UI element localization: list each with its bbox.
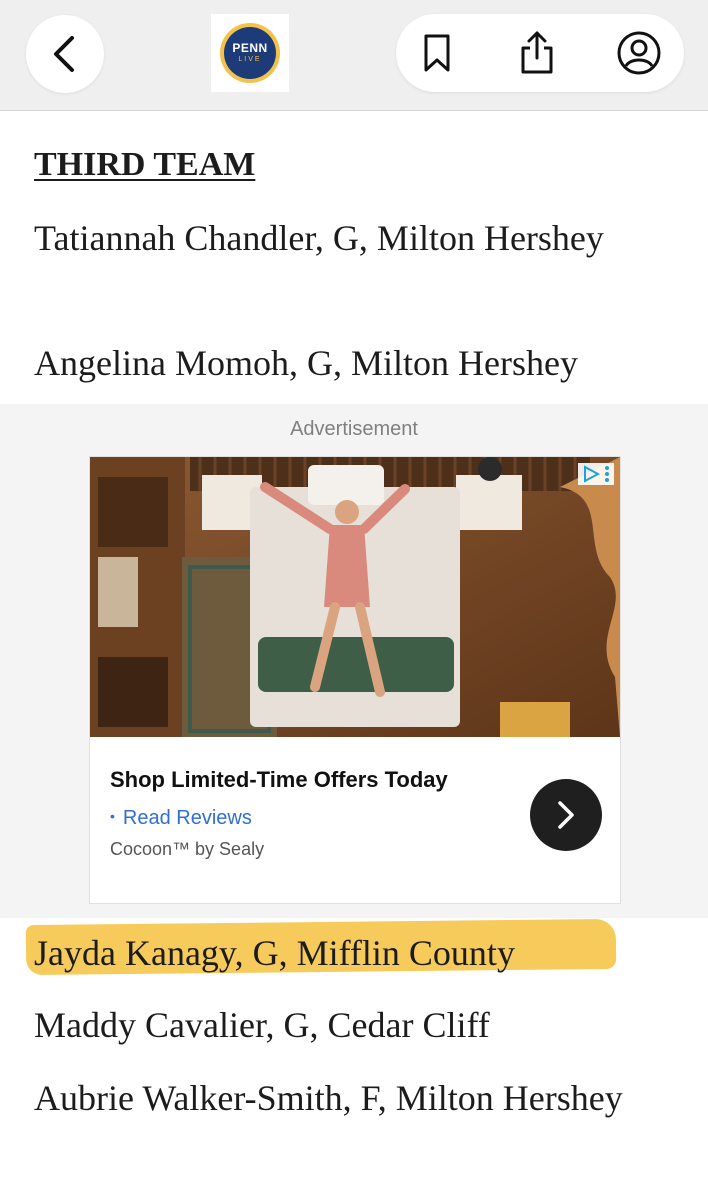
logo-ring: PENN LIVE [220,23,280,83]
player-entry: Aubrie Walker-Smith, F, Milton Hershey [34,1078,623,1118]
ad-card[interactable]: Shop Limited-Time Offers Today • Read Rev… [89,456,621,904]
top-bar: PENN LIVE [0,0,708,111]
logo-text-penn: PENN [232,41,268,55]
ad-headline[interactable]: Shop Limited-Time Offers Today [110,767,448,793]
read-reviews-label: Read Reviews [122,807,252,829]
pennlive-logo[interactable]: PENN LIVE [211,14,289,92]
logo-text-live: LIVE [238,56,262,63]
ad-advertiser: Cocoon™ by Sealy [110,839,265,859]
bedroom-illustration [90,457,620,737]
account-icon [617,31,661,75]
logo-mark: PENN LIVE [224,27,276,79]
share-button[interactable] [498,14,576,92]
bookmark-button[interactable] [398,14,476,92]
bullet-icon: • [110,808,115,824]
advertisement-section: Advertisement Shop Limited-Time Offers T… [0,404,708,918]
section-heading: THIRD TEAM [34,146,256,183]
player-entry-highlighted: Jayda Kanagy, G, Mifflin County [34,933,515,973]
account-button[interactable] [600,14,678,92]
chevron-left-icon [54,36,74,72]
back-button[interactable] [26,15,104,93]
player-entry: Angelina Momoh, G, Milton Hershey [34,343,578,383]
more-vertical-icon [605,466,609,482]
chevron-right-icon [558,801,574,829]
ad-choices[interactable] [578,463,614,485]
ad-go-button[interactable] [530,779,602,851]
player-entry: Tatiannah Chandler, G, Milton Hershey [34,218,604,258]
clipped-text-line: , , , [0,111,708,121]
read-reviews-link[interactable]: • Read Reviews [110,807,252,830]
player-entry: Maddy Cavalier, G, Cedar Cliff [34,1005,490,1045]
ad-image[interactable] [90,457,620,737]
action-group [396,14,684,92]
ad-choices-icon [584,465,600,483]
share-icon [521,31,553,74]
bookmark-icon [424,34,450,72]
ad-label: Advertisement [290,418,418,440]
